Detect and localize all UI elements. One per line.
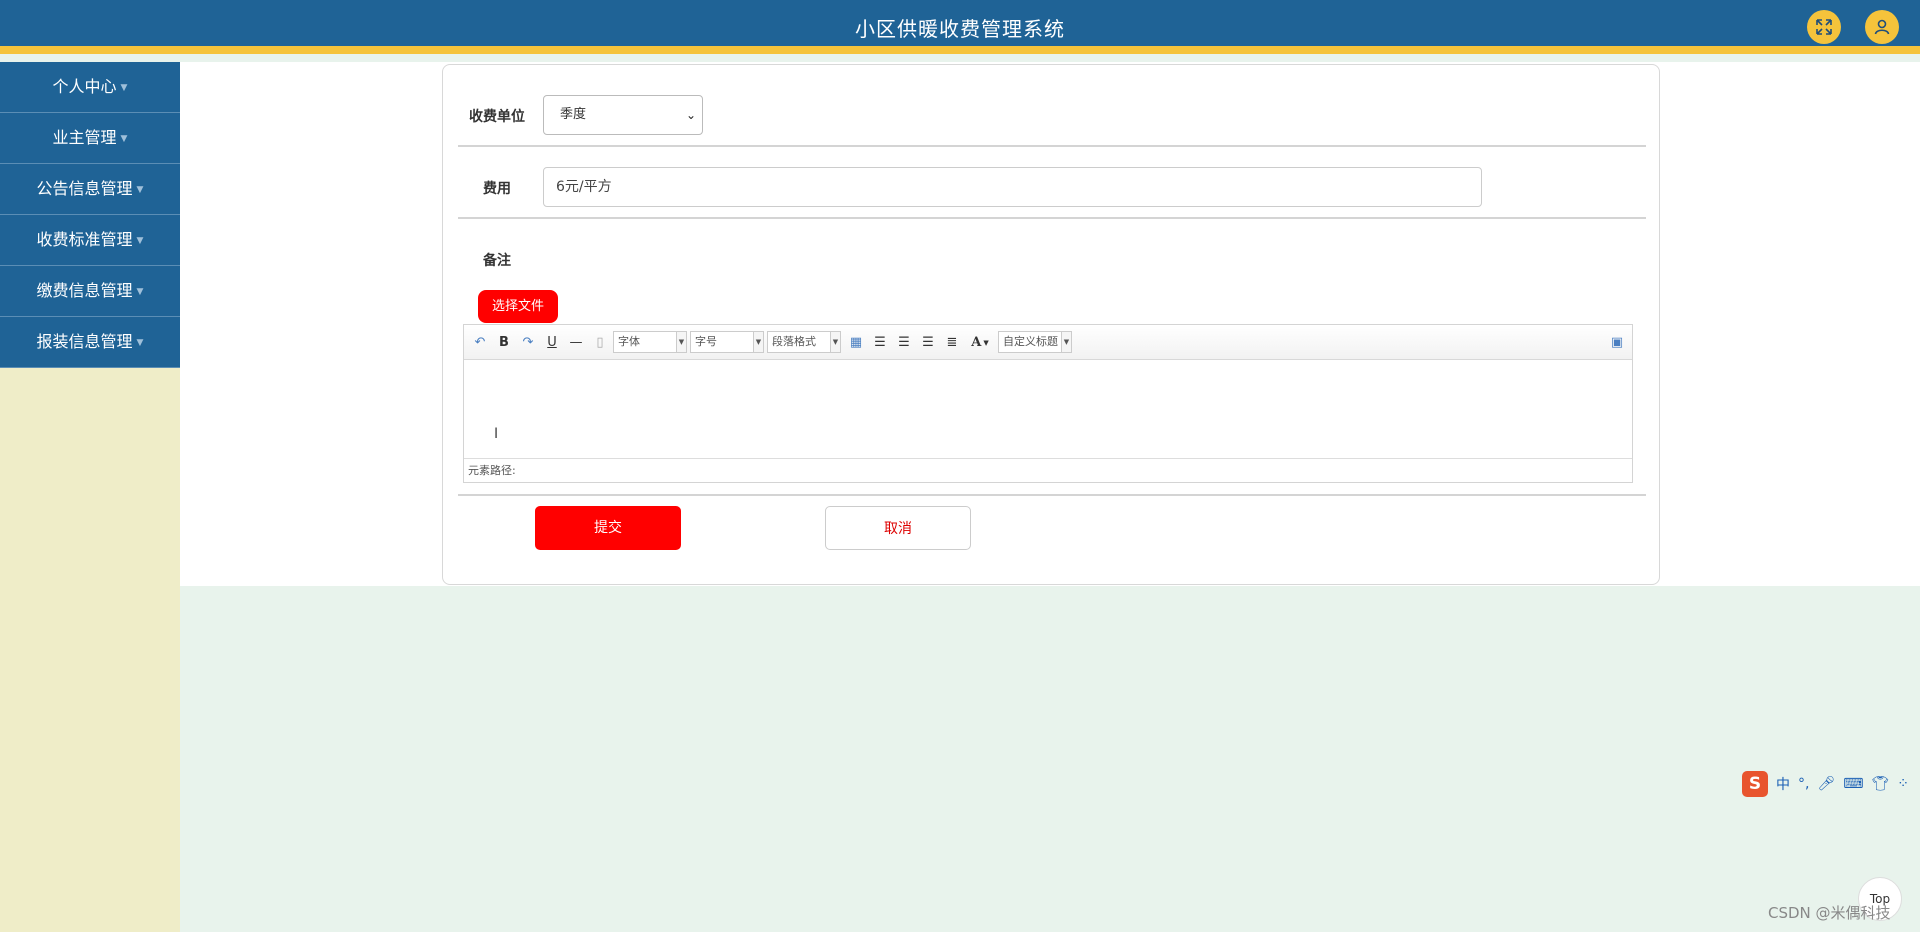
sidebar-item-label: 公告信息管理 bbox=[36, 179, 133, 198]
divider bbox=[458, 145, 1646, 147]
align-left-icon[interactable]: ☰ bbox=[871, 332, 889, 352]
chevron-down-icon: ⌄ bbox=[685, 108, 696, 122]
chevron-down-icon: ▼ bbox=[753, 332, 763, 352]
paragraph-format-combo[interactable]: 段落格式 ▼ bbox=[767, 331, 841, 353]
font-color-button[interactable]: A ▼ bbox=[967, 332, 993, 352]
page-icon[interactable]: ▯ bbox=[591, 332, 609, 352]
chevron-down-icon: ▼ bbox=[983, 337, 989, 347]
divider bbox=[458, 494, 1646, 496]
fee-label: 费用 bbox=[483, 181, 511, 197]
font-size-label: 字号 bbox=[695, 335, 717, 348]
editor-body[interactable]: I bbox=[464, 360, 1632, 458]
chevron-down-icon: ▼ bbox=[136, 286, 144, 297]
submit-button[interactable]: 提交 bbox=[535, 506, 681, 550]
remark-label: 备注 bbox=[483, 253, 511, 269]
chevron-down-icon: ▼ bbox=[120, 82, 128, 93]
sidebar: 个人中心 ▼ 业主管理 ▼ 公告信息管理 ▼ 收费标准管理 ▼ 缴费信息管理 ▼ 报装信息… bbox=[0, 62, 180, 932]
custom-title-combo[interactable]: 自定义标题 ▼ bbox=[998, 331, 1072, 353]
underline-button[interactable]: U bbox=[543, 332, 561, 352]
sidebar-item-owner-management[interactable]: 业主管理 ▼ bbox=[0, 113, 180, 164]
element-path-bar: 元素路径: bbox=[464, 458, 1632, 483]
sidebar-item-label: 缴费信息管理 bbox=[36, 281, 133, 300]
sidebar-item-installation-management[interactable]: 报装信息管理 ▼ bbox=[0, 317, 180, 368]
chevron-down-icon: ▼ bbox=[136, 337, 144, 348]
fullscreen-icon[interactable] bbox=[1807, 10, 1841, 44]
chevron-down-icon: ▼ bbox=[120, 133, 128, 144]
unit-label: 收费单位 bbox=[469, 109, 525, 125]
text-cursor-icon: I bbox=[494, 426, 499, 442]
chevron-down-icon: ▼ bbox=[676, 332, 686, 352]
chevron-down-icon: ▼ bbox=[136, 235, 144, 246]
font-color-label: A bbox=[971, 334, 982, 350]
rich-text-editor: ↶ B ↷ U — ▯ 字体 ▼ 字号 ▼ 段落格式 ▼ ▦ ☰ ☰ ☰ ≣ A ▼ 自… bbox=[463, 324, 1633, 483]
chevron-down-icon: ▼ bbox=[830, 332, 840, 352]
cancel-button[interactable]: 取消 bbox=[825, 506, 971, 550]
sidebar-item-label: 收费标准管理 bbox=[36, 230, 133, 249]
redo-icon[interactable]: ↷ bbox=[519, 332, 537, 352]
sidebar-item-label: 报装信息管理 bbox=[36, 332, 133, 351]
fullscreen-editor-icon[interactable]: ▣ bbox=[1608, 332, 1626, 352]
table-icon[interactable]: ▦ bbox=[847, 332, 865, 352]
skin-icon[interactable]: 👕︎ bbox=[1871, 776, 1889, 792]
font-family-label: 字体 bbox=[618, 335, 640, 348]
fee-input[interactable]: 6元/平方 bbox=[543, 167, 1482, 207]
sidebar-item-label: 业主管理 bbox=[52, 128, 117, 147]
font-family-combo[interactable]: 字体 ▼ bbox=[613, 331, 687, 353]
align-center-icon[interactable]: ☰ bbox=[919, 332, 937, 352]
form-panel: 收费单位 季度 ⌄ 费用 6元/平方 备注 选择文件 ↶ B ↷ U — ▯ 字… bbox=[442, 64, 1660, 585]
choose-file-button[interactable]: 选择文件 bbox=[478, 290, 558, 323]
chevron-down-icon: ▼ bbox=[1061, 332, 1071, 352]
font-size-combo[interactable]: 字号 ▼ bbox=[690, 331, 764, 353]
sidebar-item-personal-center[interactable]: 个人中心 ▼ bbox=[0, 62, 180, 113]
bold-button[interactable]: B bbox=[495, 332, 513, 352]
header-bar: 小区供暖收费管理系统 bbox=[0, 0, 1920, 54]
divider bbox=[458, 217, 1646, 219]
paragraph-format-label: 段落格式 bbox=[772, 335, 816, 348]
chevron-down-icon: ▼ bbox=[136, 184, 144, 195]
unit-select[interactable]: 季度 ⌄ bbox=[543, 95, 703, 135]
sidebar-item-label: 个人中心 bbox=[52, 77, 117, 96]
editor-toolbar: ↶ B ↷ U — ▯ 字体 ▼ 字号 ▼ 段落格式 ▼ ▦ ☰ ☰ ☰ ≣ A ▼ 自… bbox=[464, 325, 1632, 360]
align-justify-icon[interactable]: ≣ bbox=[943, 332, 961, 352]
punctuation-icon[interactable]: °, bbox=[1798, 776, 1809, 792]
sidebar-item-payment-management[interactable]: 缴费信息管理 ▼ bbox=[0, 266, 180, 317]
sogou-logo-icon[interactable]: S bbox=[1742, 771, 1768, 797]
undo-icon[interactable]: ↶ bbox=[471, 332, 489, 352]
watermark: CSDN @米偶科技 bbox=[1768, 904, 1891, 922]
unit-select-value: 季度 bbox=[560, 107, 587, 122]
align-right-icon[interactable]: ☰ bbox=[895, 332, 913, 352]
sidebar-item-fee-standard-management[interactable]: 收费标准管理 ▼ bbox=[0, 215, 180, 266]
horizontal-rule-icon[interactable]: — bbox=[567, 332, 585, 352]
ime-mode-label[interactable]: 中 bbox=[1776, 774, 1790, 794]
apps-icon[interactable]: ⁘ bbox=[1897, 776, 1909, 792]
user-icon[interactable] bbox=[1865, 10, 1899, 44]
keyboard-icon[interactable]: ⌨ bbox=[1843, 776, 1863, 792]
microphone-icon[interactable]: 🎤︎ bbox=[1817, 776, 1835, 792]
ime-toolbar: S 中 °, 🎤︎ ⌨ 👕︎ ⁘ bbox=[1742, 768, 1920, 800]
custom-title-label: 自定义标题 bbox=[1003, 335, 1058, 348]
app-title: 小区供暖收费管理系统 bbox=[855, 17, 1065, 41]
sidebar-item-notice-management[interactable]: 公告信息管理 ▼ bbox=[0, 164, 180, 215]
